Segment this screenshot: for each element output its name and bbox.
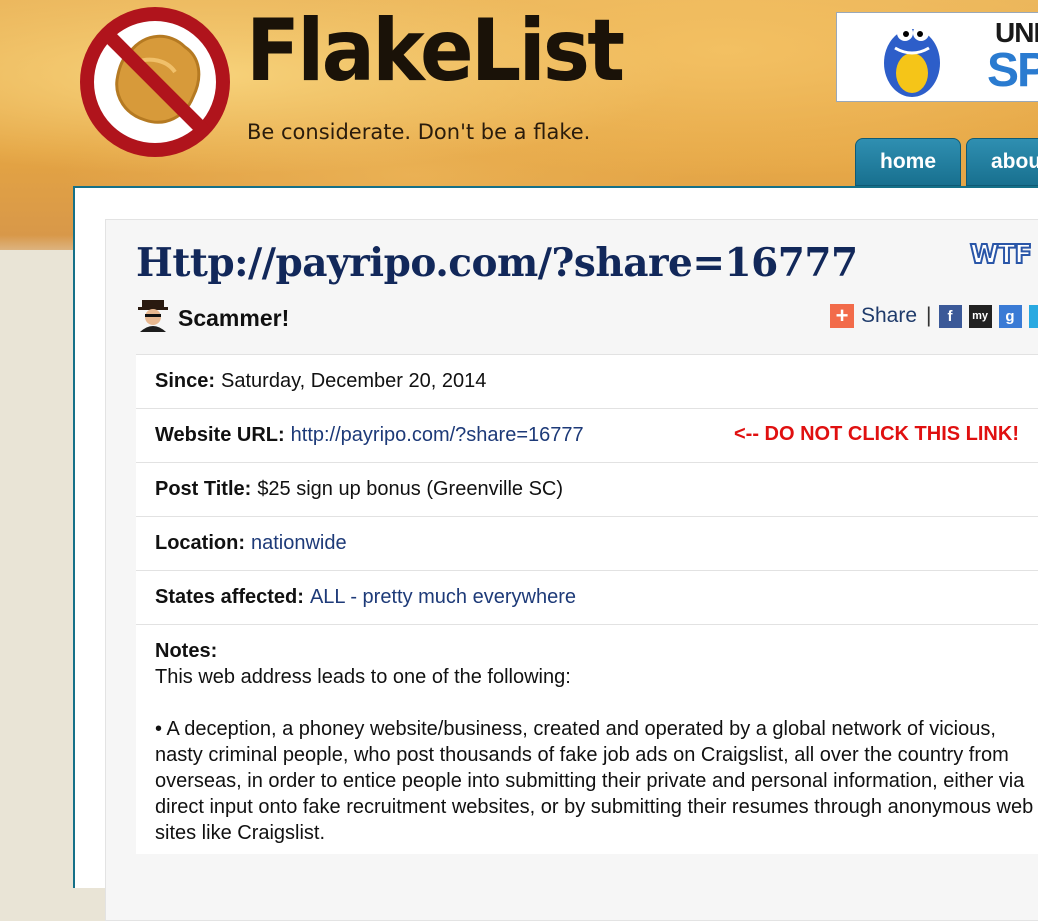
since-label: Since: [155,370,216,392]
post-details: Since: Saturday, December 20, 2014 Websi… [136,354,1038,854]
ad-text-line2: SP [987,44,1038,97]
since-row: Since: Saturday, December 20, 2014 [136,354,1038,408]
states-affected-link[interactable]: ALL - pretty much everywhere [310,586,576,609]
site-tagline: Be considerate. Don't be a flake. [247,120,591,144]
location-row: Location: nationwide [136,516,1038,570]
website-url-row: Website URL: http://payripo.com/?share=1… [136,408,1038,462]
nav-tab-about[interactable]: abou [966,138,1038,186]
notes-label: Notes: [155,640,218,662]
share-plus-icon[interactable]: + [830,304,854,328]
nav-tab-label: home [880,150,937,173]
share-link[interactable]: Share [861,304,917,328]
website-url-label: Website URL: [155,424,285,446]
scammer-status-label: Scammer! [178,305,290,331]
nav-tab-home[interactable]: home [855,138,961,186]
facebook-icon[interactable]: f [938,304,962,328]
post-title-value: $25 sign up bonus (Greenville SC) [257,478,564,500]
post-title-label: Post Title: [155,478,252,500]
share-separator: | [926,304,932,327]
site-logo-title[interactable]: FlakeList [246,8,625,94]
nav-tab-label: abou [991,150,1038,173]
notes-bullet: • A deception, a phoney website/business… [155,718,1034,844]
ad-banner[interactable]: UNLI SP [836,12,1038,102]
location-label: Location: [155,532,245,554]
google-icon[interactable]: g [998,304,1022,328]
twitter-icon[interactable] [1028,304,1038,328]
wtf-badge[interactable]: WTF [969,239,1033,271]
location-link[interactable]: nationwide [251,532,347,555]
notes-section: Notes: This web address leads to one of … [136,624,1038,854]
since-value: Saturday, December 20, 2014 [221,370,487,392]
scammer-icon [138,300,168,332]
post-title-row: Post Title: $25 sign up bonus (Greenvill… [136,462,1038,516]
no-flake-logo-icon[interactable] [75,2,235,162]
notes-intro: This web address leads to one of the fol… [155,666,571,688]
share-bar: + Share | f my g [830,303,1038,329]
states-affected-label: States affected: [155,586,304,608]
myspace-icon[interactable]: my [968,304,992,328]
page-title: Http://payripo.com/?share=16777 [136,240,858,286]
mascot-icon [884,25,940,97]
do-not-click-warning: <-- DO NOT CLICK THIS LINK! [734,423,1019,445]
states-affected-row: States affected: ALL - pretty much every… [136,570,1038,624]
ad-text-line1: UNLI [995,17,1038,48]
website-url-link[interactable]: http://payripo.com/?share=16777 [291,424,584,447]
